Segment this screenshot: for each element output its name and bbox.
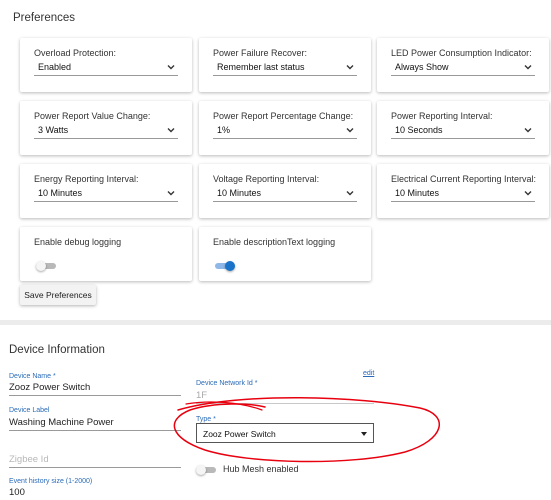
description-text-logging-label: Enable descriptionText logging (213, 237, 336, 247)
device-network-id-value: 1F (196, 390, 208, 401)
zigbee-id-underline (9, 467, 181, 468)
debug-logging-toggle[interactable] (36, 261, 56, 271)
power-reporting-interval-label: Power Reporting Interval: (391, 111, 493, 121)
toggle-knob (36, 261, 46, 271)
device-information-title: Device Information (9, 344, 105, 356)
current-reporting-interval-card: Electrical Current Reporting Interval: 1… (377, 164, 549, 218)
toggle-knob (196, 465, 206, 475)
device-network-id-underline (196, 403, 374, 404)
chevron-down-icon (346, 191, 354, 196)
power-report-value-change-value: 3 Watts (38, 125, 69, 135)
power-report-percentage-change-value: 1% (217, 125, 231, 135)
voltage-reporting-interval-label: Voltage Reporting Interval: (213, 174, 320, 184)
type-value: Zooz Power Switch (203, 429, 276, 439)
chevron-down-icon (524, 128, 532, 133)
event-history-size-input[interactable] (9, 486, 179, 499)
overload-protection-select[interactable]: Enabled (34, 60, 178, 76)
power-report-percentage-change-label: Power Report Percentage Change: (213, 111, 354, 121)
chevron-down-icon (524, 65, 532, 70)
type-label: Type * (196, 416, 216, 423)
chevron-down-icon (524, 191, 532, 196)
chevron-down-icon (346, 128, 354, 133)
device-label-label: Device Label (9, 407, 50, 414)
overload-protection-value: Enabled (38, 62, 72, 72)
power-failure-recover-label: Power Failure Recover: (213, 48, 308, 58)
power-report-percentage-change-select[interactable]: 1% (213, 123, 357, 139)
power-report-value-change-card: Power Report Value Change: 3 Watts (20, 101, 192, 155)
led-indicator-label: LED Power Consumption Indicator: (391, 48, 532, 58)
device-network-id-label: Device Network Id * (196, 380, 258, 387)
caret-down-icon (361, 432, 367, 436)
led-indicator-select[interactable]: Always Show (391, 60, 535, 76)
debug-logging-label: Enable debug logging (34, 237, 122, 247)
voltage-reporting-interval-select[interactable]: 10 Minutes (213, 186, 357, 202)
description-text-logging-toggle[interactable] (215, 261, 235, 271)
voltage-reporting-interval-value: 10 Minutes (217, 188, 262, 198)
type-select[interactable]: Zooz Power Switch (196, 423, 374, 443)
current-reporting-interval-label: Electrical Current Reporting Interval: (391, 174, 537, 184)
device-label-input[interactable] (9, 415, 179, 429)
power-report-value-change-select[interactable]: 3 Watts (34, 123, 178, 139)
hub-mesh-toggle[interactable] (196, 465, 216, 475)
overload-protection-label: Overload Protection: (34, 48, 117, 58)
hub-mesh-label: Hub Mesh enabled (223, 464, 299, 474)
led-indicator-card: LED Power Consumption Indicator: Always … (377, 38, 549, 92)
power-reporting-interval-card: Power Reporting Interval: 10 Seconds (377, 101, 549, 155)
edit-network-id-link[interactable]: edit (363, 370, 374, 377)
device-label-underline (9, 430, 181, 431)
power-failure-recover-card: Power Failure Recover: Remember last sta… (199, 38, 371, 92)
power-reporting-interval-value: 10 Seconds (395, 125, 443, 135)
led-indicator-value: Always Show (395, 62, 449, 72)
current-reporting-interval-select[interactable]: 10 Minutes (391, 186, 535, 202)
voltage-reporting-interval-card: Voltage Reporting Interval: 10 Minutes (199, 164, 371, 218)
energy-reporting-interval-value: 10 Minutes (38, 188, 83, 198)
energy-reporting-interval-label: Energy Reporting Interval: (34, 174, 139, 184)
zigbee-id-input[interactable] (9, 452, 179, 466)
device-name-underline (9, 395, 181, 396)
chevron-down-icon (167, 128, 175, 133)
chevron-down-icon (167, 191, 175, 196)
description-text-logging-card: Enable descriptionText logging (199, 227, 371, 281)
current-reporting-interval-value: 10 Minutes (395, 188, 440, 198)
chevron-down-icon (167, 65, 175, 70)
energy-reporting-interval-select[interactable]: 10 Minutes (34, 186, 178, 202)
debug-logging-card: Enable debug logging (20, 227, 192, 281)
power-report-value-change-label: Power Report Value Change: (34, 111, 151, 121)
device-name-input[interactable] (9, 380, 179, 394)
save-preferences-button[interactable]: Save Preferences (20, 285, 96, 305)
power-failure-recover-value: Remember last status (217, 62, 305, 72)
energy-reporting-interval-card: Energy Reporting Interval: 10 Minutes (20, 164, 192, 218)
device-name-label: Device Name * (9, 373, 56, 380)
power-report-percentage-change-card: Power Report Percentage Change: 1% (199, 101, 371, 155)
power-reporting-interval-select[interactable]: 10 Seconds (391, 123, 535, 139)
event-history-size-label: Event history size (1-2000) (9, 478, 93, 485)
toggle-knob (225, 261, 235, 271)
power-failure-recover-select[interactable]: Remember last status (213, 60, 357, 76)
chevron-down-icon (346, 65, 354, 70)
preferences-title: Preferences (13, 12, 76, 24)
overload-protection-card: Overload Protection: Enabled (20, 38, 192, 92)
